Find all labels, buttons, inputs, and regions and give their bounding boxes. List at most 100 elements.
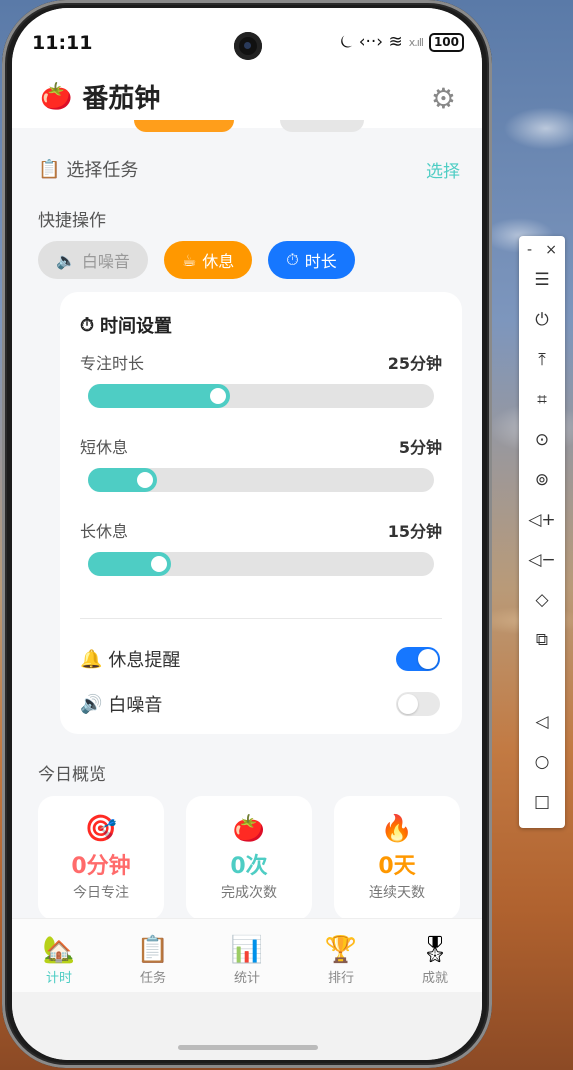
medal-icon: 🎖 — [418, 935, 452, 965]
speaker-icon: 🔊 — [80, 693, 103, 715]
volume-up-icon[interactable]: ◁+ — [519, 510, 565, 530]
tomato-icon: 🍅 — [40, 81, 73, 112]
stopwatch-icon: ⏱ — [80, 314, 95, 336]
long-break-slider[interactable] — [88, 552, 434, 576]
slider-knob[interactable] — [151, 556, 167, 572]
time-settings-title-text: 时间设置 — [100, 316, 173, 337]
tab-stats[interactable]: 📊 统计 — [200, 919, 294, 993]
house-icon: 🏡 — [42, 935, 76, 965]
shake-icon[interactable]: ◇ — [519, 590, 565, 610]
tab-label: 成就 — [421, 971, 448, 986]
stopwatch-icon: ⏱ — [286, 250, 299, 269]
slider-knob[interactable] — [137, 472, 153, 488]
focus-duration-slider[interactable] — [88, 384, 434, 408]
tab-achievements[interactable]: 🎖 成就 — [388, 919, 482, 993]
tab-timer[interactable]: 🏡 计时 — [12, 919, 106, 993]
bell-icon: 🔔 — [80, 648, 103, 670]
clipboard-icon: 📋 — [38, 158, 61, 180]
close-icon[interactable]: × — [545, 242, 557, 258]
stat-focus-time: 🎯 0分钟 今日专注 — [38, 796, 164, 920]
app-title: 🍅 番茄钟 — [40, 78, 160, 115]
duration-chip[interactable]: ⏱ 时长 — [268, 241, 355, 279]
white-noise-label: 🔊 白噪音 — [80, 691, 162, 717]
start-button-partial[interactable] — [134, 120, 234, 132]
tomato-icon: 🍅 — [232, 814, 266, 844]
tab-ranking[interactable]: 🏆 排行 — [294, 919, 388, 993]
focus-duration-label: 专注时长 — [80, 354, 145, 373]
menu-icon[interactable]: ☰ — [519, 270, 565, 290]
app-title-text: 番茄钟 — [82, 84, 161, 114]
tab-label: 统计 — [233, 971, 260, 986]
status-icons-glyphs: ⏾ ‹··› ≋ — [339, 32, 403, 52]
target-icon: 🎯 — [84, 814, 118, 844]
recents-icon[interactable]: □ — [519, 792, 565, 812]
pin-top-icon[interactable]: ⤒ — [519, 350, 565, 370]
slider-fill — [88, 384, 230, 408]
toolbar-window-controls: - × — [519, 236, 565, 258]
slider-knob[interactable] — [210, 388, 226, 404]
minimize-icon[interactable]: - — [527, 242, 532, 258]
focus-duration-value: 25分钟 — [387, 354, 442, 373]
front-camera — [234, 32, 262, 60]
time-settings-title: ⏱ 时间设置 — [80, 312, 172, 338]
clipboard-icon: 📋 — [136, 935, 170, 965]
emulator-side-toolbar: - × ☰ ⏻ ⤒ ⌗ ⊙ ⊚ ◁+ ◁− ◇ ⧉ ◁ ○ □ — [519, 236, 565, 828]
short-break-label: 短休息 — [80, 438, 129, 457]
stat-caption: 今日专注 — [73, 885, 129, 901]
copy-icon[interactable]: ⧉ — [519, 630, 565, 650]
rest-reminder-label: 🔔 休息提醒 — [80, 646, 180, 672]
home-indicator[interactable] — [178, 1045, 318, 1050]
overview-title: 今日概览 — [38, 765, 106, 785]
white-noise-chip-label: 白噪音 — [81, 252, 130, 271]
stat-streak: 🔥 0天 连续天数 — [334, 796, 460, 920]
stat-value: 0天 — [378, 854, 416, 879]
power-icon[interactable]: ⏻ — [519, 310, 565, 330]
rotate-alt-icon[interactable]: ⊚ — [519, 470, 565, 490]
status-time: 11:11 — [32, 32, 93, 54]
white-noise-row: 🔊 白噪音 — [80, 691, 440, 717]
settings-gear-icon[interactable]: ⚙ — [431, 82, 456, 115]
rest-reminder-toggle[interactable] — [396, 647, 440, 671]
tab-label: 计时 — [45, 971, 72, 986]
quick-actions-title: 快捷操作 — [38, 211, 106, 231]
back-icon[interactable]: ◁ — [519, 712, 565, 732]
stat-caption: 连续天数 — [369, 885, 425, 901]
speaker-muted-icon: 🔈 — [56, 250, 76, 270]
long-break-value: 15分钟 — [387, 522, 442, 541]
white-noise-toggle[interactable] — [396, 692, 440, 716]
select-task-link[interactable]: 选择 — [426, 157, 460, 182]
rest-chip-label: 休息 — [202, 252, 235, 271]
bar-chart-icon: 📊 — [230, 935, 264, 965]
divider — [80, 618, 442, 619]
duration-chip-label: 时长 — [304, 252, 337, 271]
phone-frame: 11:11 ⏾ ‹··› ≋ x.ıll 100 🍅 番茄钟 ⚙ 📋 选择任务 … — [2, 0, 492, 1068]
phone-screen: 11:11 ⏾ ‹··› ≋ x.ıll 100 🍅 番茄钟 ⚙ 📋 选择任务 … — [12, 8, 482, 1060]
tab-label: 排行 — [327, 971, 354, 986]
crop-icon[interactable]: ⌗ — [519, 390, 565, 410]
time-settings-card: ⏱ 时间设置 专注时长 25分钟 短休息 5分钟 长休息 15分钟 🔔 休息提醒… — [60, 292, 462, 734]
stat-value: 0次 — [230, 854, 268, 879]
tab-tasks[interactable]: 📋 任务 — [106, 919, 200, 993]
bottom-area — [12, 992, 482, 1060]
task-row: 📋 选择任务 选择 — [38, 156, 460, 182]
quick-actions: 🔈 白噪音 ☕ 休息 ⏱ 时长 — [38, 241, 355, 279]
white-noise-chip[interactable]: 🔈 白噪音 — [38, 241, 148, 279]
fire-icon: 🔥 — [380, 814, 414, 844]
volume-down-icon[interactable]: ◁− — [519, 550, 565, 570]
rest-chip[interactable]: ☕ 休息 — [163, 241, 253, 279]
short-break-slider[interactable] — [88, 468, 434, 492]
tab-bar: 🏡 计时 📋 任务 📊 统计 🏆 排行 🎖 成就 — [12, 918, 482, 993]
long-break-row: 长休息 15分钟 — [80, 518, 442, 542]
home-icon[interactable]: ○ — [519, 752, 565, 772]
stat-caption: 完成次数 — [221, 885, 277, 901]
rotate-icon[interactable]: ⊙ — [519, 430, 565, 450]
task-label: 📋 选择任务 — [38, 156, 138, 182]
short-break-row: 短休息 5分钟 — [80, 434, 442, 458]
coffee-icon: ☕ — [181, 250, 197, 270]
battery-icon: 100 — [428, 32, 464, 52]
toggle-knob — [418, 649, 438, 669]
reset-button-partial[interactable] — [280, 120, 364, 132]
signal-icon: x.ıll — [408, 35, 424, 49]
trophy-icon: 🏆 — [324, 935, 358, 965]
stat-value: 0分钟 — [71, 854, 131, 879]
